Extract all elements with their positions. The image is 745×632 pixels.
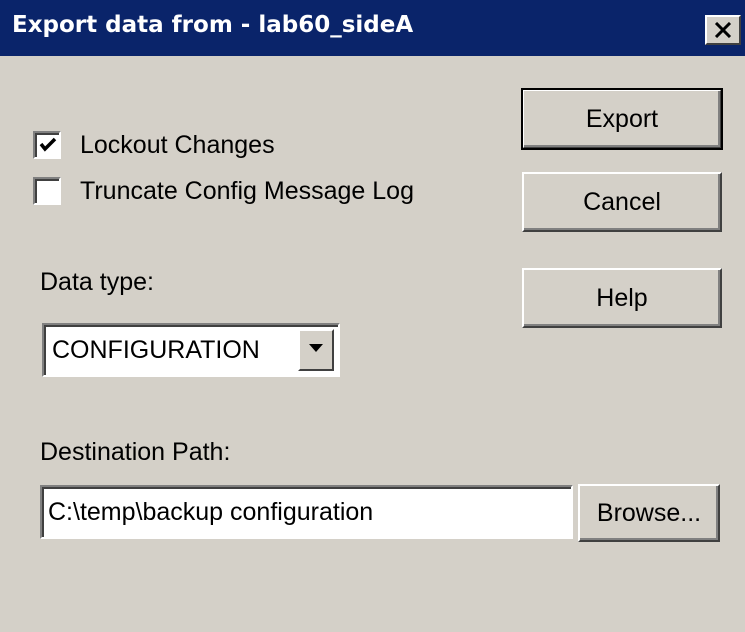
export-button-label: Export — [585, 104, 659, 133]
data-type-value: CONFIGURATION — [52, 336, 260, 364]
truncate-log-option[interactable]: Truncate Config Message Log — [33, 174, 414, 208]
lockout-changes-checkbox[interactable] — [33, 131, 61, 159]
close-button[interactable] — [705, 15, 741, 45]
browse-button[interactable]: Browse... — [578, 484, 720, 542]
browse-button-label: Browse... — [596, 498, 702, 527]
export-button[interactable]: Export — [521, 88, 723, 150]
checkmark-icon — [39, 137, 57, 152]
truncate-log-checkbox[interactable] — [33, 177, 61, 205]
destination-path-input[interactable] — [40, 485, 573, 539]
lockout-changes-option[interactable]: Lockout Changes — [33, 128, 275, 162]
window-title: Export data from - lab60_sideA — [12, 12, 414, 38]
help-button-label: Help — [596, 283, 648, 312]
dropdown-button[interactable] — [298, 329, 334, 371]
data-type-label: Data type: — [40, 268, 154, 296]
destination-path-label: Destination Path: — [40, 438, 231, 466]
truncate-log-label: Truncate Config Message Log — [80, 176, 414, 205]
cancel-button-label: Cancel — [583, 187, 661, 216]
help-button[interactable]: Help — [522, 268, 722, 328]
chevron-down-icon — [309, 344, 323, 352]
cancel-button[interactable]: Cancel — [522, 172, 722, 232]
export-dialog: Export data from - lab60_sideA Lockout C… — [0, 0, 745, 632]
data-type-select[interactable]: CONFIGURATION — [42, 323, 340, 377]
title-bar[interactable]: Export data from - lab60_sideA — [0, 0, 745, 56]
lockout-changes-label: Lockout Changes — [80, 130, 275, 159]
close-icon — [714, 22, 732, 38]
